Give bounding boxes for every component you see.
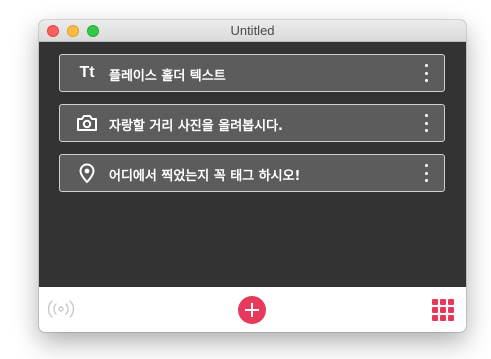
photo-card-label: 자랑할 거리 사진을 올려봅시다. (109, 119, 283, 134)
beacon-icon[interactable] (47, 298, 75, 320)
app-window: Untitled Tt 플레이스 홀더 텍스트 자랑할 거리 사진을 올려봅시다… (39, 20, 466, 332)
location-card-more-icon[interactable] (421, 164, 431, 182)
camera-icon (76, 113, 98, 133)
text-card-more-icon[interactable] (421, 64, 431, 82)
location-pin-icon (76, 163, 98, 183)
location-card-label: 어디에서 찍었는지 꼭 태그 하시오! (109, 169, 301, 184)
card-list: Tt 플레이스 홀더 텍스트 자랑할 거리 사진을 올려봅시다. 어디에서 찍었… (39, 42, 466, 287)
photo-card-more-icon[interactable] (421, 114, 431, 132)
window-title: Untitled (230, 23, 275, 38)
add-button[interactable] (238, 296, 266, 324)
text-icon-glyph: Tt (79, 64, 95, 81)
text-card[interactable]: Tt 플레이스 홀더 텍스트 (59, 54, 445, 92)
text-icon: Tt (76, 63, 98, 83)
text-card-label: 플레이스 홀더 텍스트 (109, 69, 226, 84)
bottom-toolbar (39, 287, 466, 332)
title-bar[interactable]: Untitled (39, 20, 466, 42)
grid-icon[interactable] (432, 299, 454, 321)
location-card[interactable]: 어디에서 찍었는지 꼭 태그 하시오! (59, 154, 445, 192)
photo-card[interactable]: 자랑할 거리 사진을 올려봅시다. (59, 104, 445, 142)
